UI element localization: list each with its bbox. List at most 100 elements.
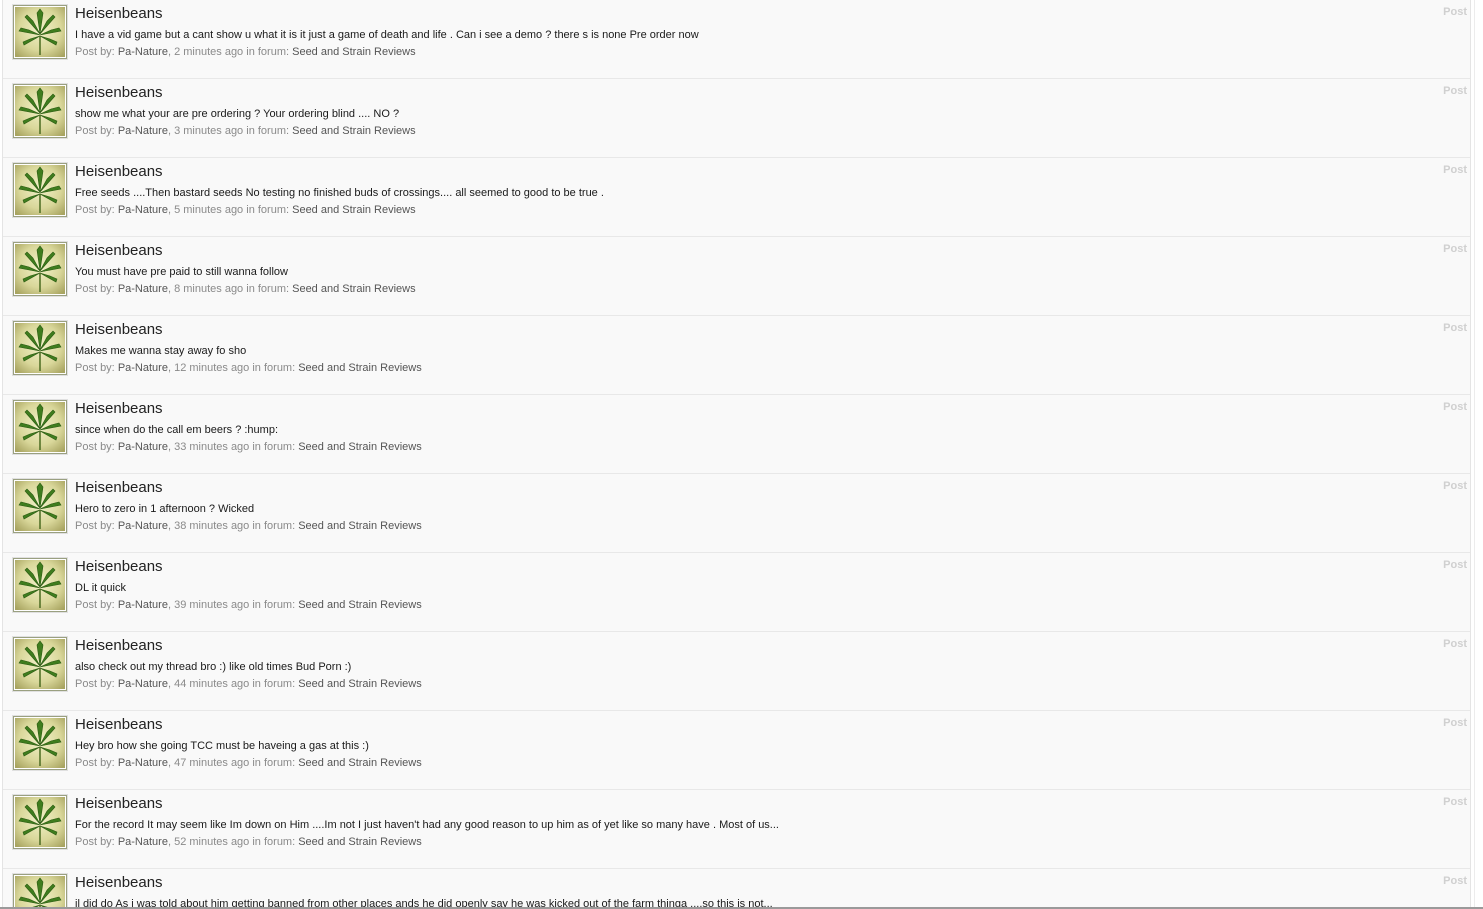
result-item: Heisenbeans Hero to zero in 1 afternoon … (3, 474, 1470, 553)
post-by-label: Post by: (75, 599, 115, 611)
avatar[interactable] (13, 321, 67, 375)
in-forum-label: in forum: (252, 520, 296, 532)
post-snippet[interactable]: Free seeds ....Then bastard seeds No tes… (75, 186, 604, 200)
post-snippet[interactable]: Hero to zero in 1 afternoon ? Wicked (75, 502, 254, 516)
post-time: 2 minutes ago (174, 46, 244, 58)
avatar[interactable] (13, 716, 67, 770)
cannabis-leaf-icon (15, 86, 65, 136)
avatar[interactable] (13, 795, 67, 849)
username[interactable]: Heisenbeans (75, 84, 163, 102)
avatar[interactable] (13, 163, 67, 217)
cannabis-leaf-icon (15, 718, 65, 768)
username[interactable]: Heisenbeans (75, 5, 163, 23)
cannabis-leaf-icon (15, 797, 65, 847)
post-time: 5 minutes ago (174, 204, 244, 216)
username[interactable]: Heisenbeans (75, 637, 163, 655)
avatar[interactable] (13, 84, 67, 138)
in-forum-label: in forum: (252, 757, 296, 769)
post-by-label: Post by: (75, 125, 115, 137)
post-time: 44 minutes ago (174, 678, 250, 690)
forum-link[interactable]: Seed and Strain Reviews (292, 204, 416, 216)
author-link[interactable]: Pa-Nature (118, 520, 168, 532)
username[interactable]: Heisenbeans (75, 400, 163, 418)
forum-link[interactable]: Seed and Strain Reviews (298, 599, 422, 611)
forum-link[interactable]: Seed and Strain Reviews (298, 757, 422, 769)
avatar[interactable] (13, 5, 67, 59)
author-link[interactable]: Pa-Nature (118, 599, 168, 611)
post-time: 12 minutes ago (174, 362, 250, 374)
forum-link[interactable]: Seed and Strain Reviews (292, 125, 416, 137)
author-link[interactable]: Pa-Nature (118, 362, 168, 374)
username[interactable]: Heisenbeans (75, 479, 163, 497)
forum-link[interactable]: Seed and Strain Reviews (292, 46, 416, 58)
post-snippet[interactable]: also check out my thread bro :) like old… (75, 660, 351, 674)
forum-link[interactable]: Seed and Strain Reviews (298, 441, 422, 453)
post-snippet[interactable]: I have a vid game but a cant show u what… (75, 28, 699, 42)
username[interactable]: Heisenbeans (75, 242, 163, 260)
avatar[interactable] (13, 479, 67, 533)
avatar[interactable] (13, 558, 67, 612)
content-type-label: Post (1443, 638, 1467, 650)
avatar[interactable] (13, 637, 67, 691)
content-type-label: Post (1443, 796, 1467, 808)
author-link[interactable]: Pa-Nature (118, 441, 168, 453)
author-link[interactable]: Pa-Nature (118, 757, 168, 769)
result-item: Heisenbeans also check out my thread bro… (3, 632, 1470, 711)
in-forum-label: in forum: (252, 362, 296, 374)
post-time: 8 minutes ago (174, 283, 244, 295)
post-snippet[interactable]: since when do the call em beers ? :hump: (75, 423, 278, 437)
username[interactable]: Heisenbeans (75, 558, 163, 576)
author-link[interactable]: Pa-Nature (118, 678, 168, 690)
avatar[interactable] (13, 874, 67, 909)
content-type-label: Post (1443, 164, 1467, 176)
post-time: 3 minutes ago (174, 125, 244, 137)
cannabis-leaf-icon (15, 876, 65, 909)
username[interactable]: Heisenbeans (75, 321, 163, 339)
post-snippet[interactable]: Hey bro how she going TCC must be havein… (75, 739, 369, 753)
post-meta: Post by: Pa-Nature, 52 minutes ago in fo… (75, 835, 422, 849)
post-snippet[interactable]: show me what your are pre ordering ? You… (75, 107, 399, 121)
scrollbar-track[interactable] (1474, 0, 1483, 909)
post-snippet[interactable]: DL it quick (75, 581, 126, 595)
cannabis-leaf-icon (15, 165, 65, 215)
post-by-label: Post by: (75, 757, 115, 769)
content-type-label: Post (1443, 243, 1467, 255)
avatar[interactable] (13, 400, 67, 454)
author-link[interactable]: Pa-Nature (118, 283, 168, 295)
result-item: Heisenbeans Free seeds ....Then bastard … (3, 158, 1470, 237)
author-link[interactable]: Pa-Nature (118, 125, 168, 137)
avatar[interactable] (13, 242, 67, 296)
forum-link[interactable]: Seed and Strain Reviews (292, 283, 416, 295)
author-link[interactable]: Pa-Nature (118, 836, 168, 848)
cannabis-leaf-icon (15, 7, 65, 57)
post-by-label: Post by: (75, 46, 115, 58)
username[interactable]: Heisenbeans (75, 874, 163, 892)
result-item: Heisenbeans DL it quick Post by: Pa-Natu… (3, 553, 1470, 632)
cannabis-leaf-icon (15, 481, 65, 531)
content-type-label: Post (1443, 85, 1467, 97)
in-forum-label: in forum: (252, 441, 296, 453)
forum-link[interactable]: Seed and Strain Reviews (298, 520, 422, 532)
page: Heisenbeans I have a vid game but a cant… (0, 0, 1483, 909)
username[interactable]: Heisenbeans (75, 795, 163, 813)
post-time: 33 minutes ago (174, 441, 250, 453)
author-link[interactable]: Pa-Nature (118, 46, 168, 58)
post-snippet[interactable]: You must have pre paid to still wanna fo… (75, 265, 288, 279)
forum-link[interactable]: Seed and Strain Reviews (298, 362, 422, 374)
content-type-label: Post (1443, 322, 1467, 334)
content-type-label: Post (1443, 559, 1467, 571)
in-forum-label: in forum: (252, 836, 296, 848)
in-forum-label: in forum: (252, 599, 296, 611)
post-by-label: Post by: (75, 678, 115, 690)
post-snippet[interactable]: Makes me wanna stay away fo sho (75, 344, 246, 358)
username[interactable]: Heisenbeans (75, 716, 163, 734)
post-meta: Post by: Pa-Nature, 5 minutes ago in for… (75, 203, 416, 217)
forum-link[interactable]: Seed and Strain Reviews (298, 836, 422, 848)
author-link[interactable]: Pa-Nature (118, 204, 168, 216)
result-item: Heisenbeans You must have pre paid to st… (3, 237, 1470, 316)
post-snippet[interactable]: For the record It may seem like Im down … (75, 818, 779, 832)
post-time: 38 minutes ago (174, 520, 250, 532)
username[interactable]: Heisenbeans (75, 163, 163, 181)
forum-link[interactable]: Seed and Strain Reviews (298, 678, 422, 690)
in-forum-label: in forum: (246, 204, 290, 216)
